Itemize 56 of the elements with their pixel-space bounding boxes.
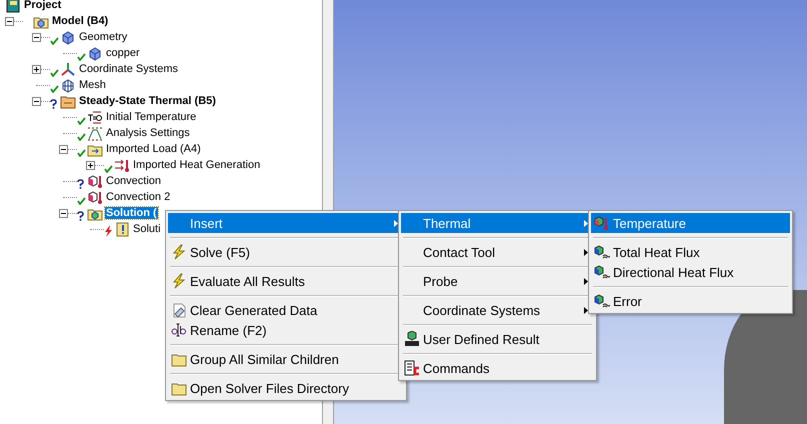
tree-item[interactable]: Imported Load (A4) [105,143,202,155]
collapse-button[interactable] [32,96,41,106]
settings-icon [87,126,103,140]
tree-item[interactable]: Model (B4) [51,15,110,27]
collapse-button[interactable] [59,144,68,154]
tree-item[interactable]: Solution ( [105,207,158,219]
temperature-icon [87,110,103,124]
thermometer-icon [594,215,610,231]
tree-item[interactable]: Geometry [78,31,128,43]
tree-item[interactable]: Soluti [132,223,162,235]
folder-icon [60,94,76,108]
menu-item[interactable]: Directional Heat Flux [591,262,790,282]
mesh-icon [60,78,76,92]
book-icon [5,0,21,12]
tree-item[interactable]: Project [23,0,62,11]
eraser-icon [171,302,187,318]
submenu-arrow-icon [394,220,398,226]
expand-button[interactable] [32,64,41,74]
menu-item[interactable]: User Defined Result [401,329,594,349]
flux-icon [594,244,610,260]
tree-item[interactable]: Initial Temperature [105,111,198,123]
collapse-button[interactable] [32,32,41,42]
tree-item[interactable]: copper [105,47,141,59]
submenu-arrow-icon [584,248,588,256]
axes-icon [60,62,76,76]
tree-item[interactable]: Analysis Settings [105,127,191,139]
tree-item[interactable]: Mesh [78,79,107,91]
submenu-arrow-icon [584,278,588,284]
convection-icon [87,190,103,204]
expand-button[interactable] [86,160,95,170]
tree-item[interactable]: Convection 2 [105,191,172,203]
commands-icon [404,360,420,376]
collapse-button[interactable] [59,208,68,218]
tree-item[interactable]: Steady-State Thermal (B5) [78,95,217,107]
menu-item[interactable]: Total Heat Flux [591,242,790,262]
flux-icon [594,264,610,280]
submenu-arrow-icon [584,306,588,314]
rename-icon [171,322,187,338]
tree-item[interactable]: Coordinate Systems [78,63,180,75]
lightning-icon [171,244,187,260]
menu-item[interactable]: Open Solver Files Directory [168,378,404,398]
lightning-icon [171,273,187,289]
user-result-icon [404,331,420,347]
convection-icon [87,174,103,188]
menu-item[interactable]: Temperature [591,213,790,233]
menu-item[interactable]: Commands [401,358,594,378]
cube-icon [60,30,76,44]
tree-item[interactable]: Convection [105,175,162,187]
menu-item[interactable]: Error [591,291,790,311]
info-icon [114,222,130,236]
collapse-button[interactable] [5,16,14,26]
flux-icon [594,293,610,309]
tree-item[interactable]: Imported Heat Generation [132,159,262,171]
cube-icon [87,46,103,60]
submenu-arrow-icon [584,220,588,226]
heat-icon [114,158,130,172]
